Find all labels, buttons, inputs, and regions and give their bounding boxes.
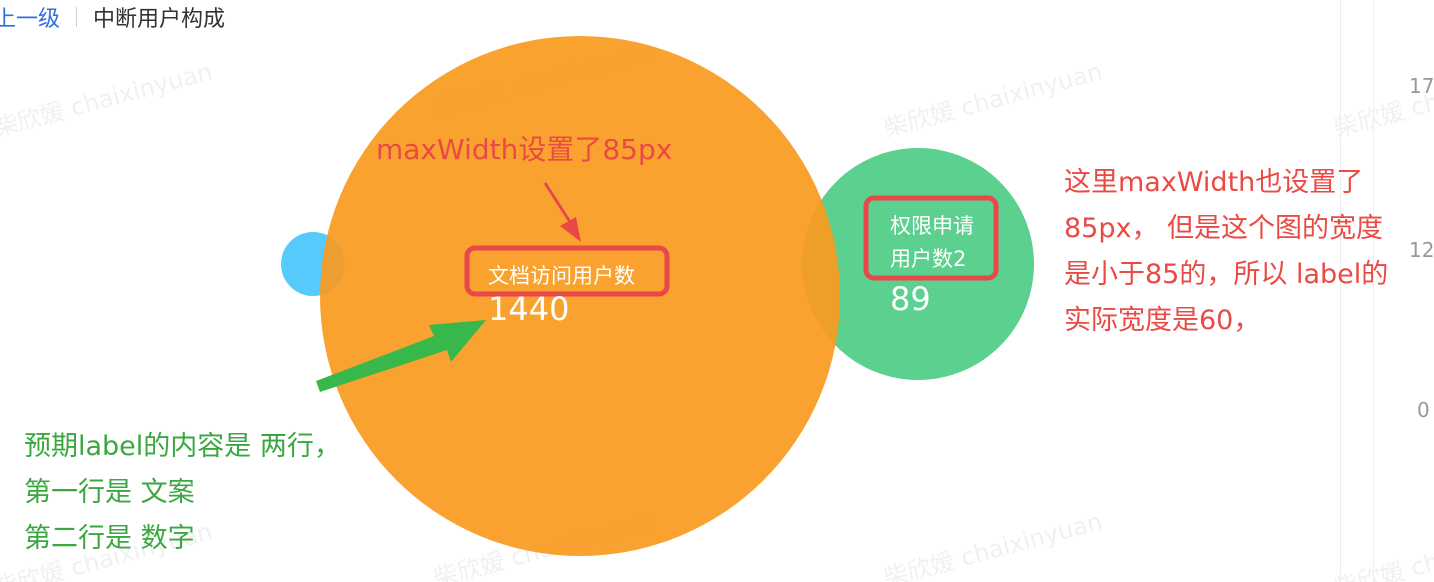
chart-stage: 上一级 中断用户构成 柴欣媛 chaixinyuan 柴欣媛 chaixinyu… (0, 0, 1434, 582)
annotation-line: 第二行是 数字 (24, 522, 195, 554)
bubble-value-doc: 1440 (488, 290, 570, 328)
annotation-right: 这里maxWidth也设置了 85px， 但是这个图的宽度 是小于85的，所以 … (1064, 160, 1388, 344)
bubble-value-permission: 89 (890, 280, 931, 318)
annotation-line: 是小于85的，所以 label的 (1064, 258, 1389, 290)
annotation-line: 85px， 但是这个图的宽度 (1064, 212, 1384, 244)
bubble-label-permission-line2: 用户数2 (890, 247, 967, 271)
annotation-top: maxWidth设置了85px (376, 133, 673, 166)
bubble-label-permission-line1: 权限申请 (890, 214, 974, 238)
annotation-line: 第一行是 文案 (24, 476, 195, 508)
annotation-line: 实际宽度是60， (1064, 304, 1261, 336)
annotation-line: 这里maxWidth也设置了 (1064, 167, 1364, 198)
annotation-line: 预期label的内容是 两行， (24, 431, 341, 462)
annotation-left: 预期label的内容是 两行， 第一行是 文案 第二行是 数字 (24, 424, 341, 562)
bubble-label-doc: 文档访问用户数 (488, 264, 635, 288)
